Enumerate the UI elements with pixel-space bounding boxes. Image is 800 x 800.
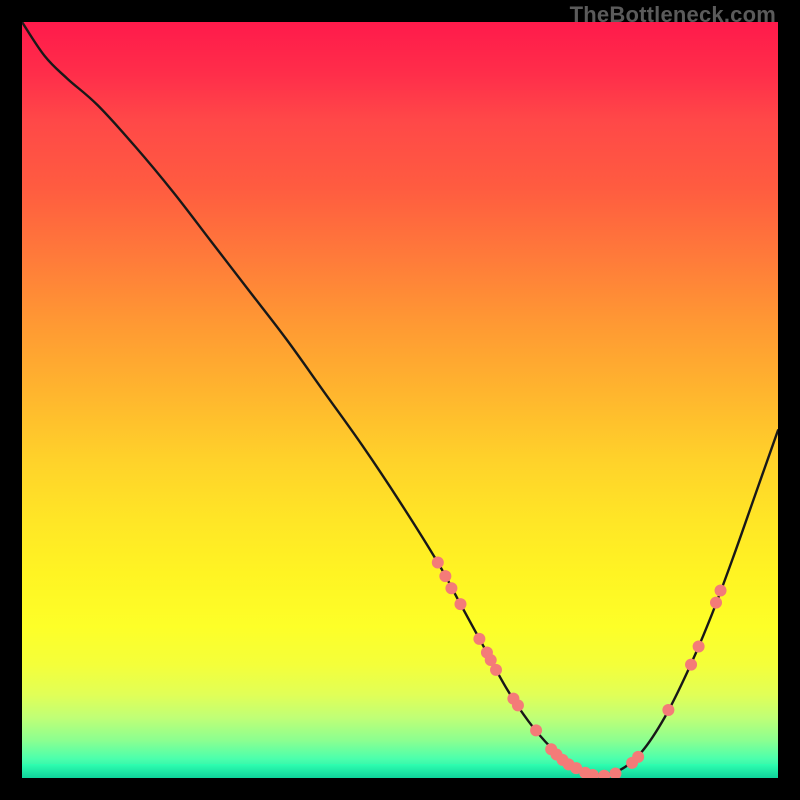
curve-marker	[662, 704, 674, 716]
chart-svg	[22, 22, 778, 778]
bottleneck-curve	[22, 22, 778, 774]
curve-marker	[715, 585, 727, 597]
curve-marker	[490, 664, 502, 676]
plot-area	[22, 22, 778, 778]
curve-marker	[685, 659, 697, 671]
curve-marker	[598, 770, 610, 778]
curve-marker	[454, 598, 466, 610]
curve-marker	[445, 582, 457, 594]
curve-marker	[530, 724, 542, 736]
curve-markers	[432, 557, 727, 778]
curve-marker	[693, 640, 705, 652]
curve-marker	[473, 633, 485, 645]
curve-marker	[512, 699, 524, 711]
chart-frame	[22, 22, 778, 778]
curve-marker	[710, 597, 722, 609]
curve-marker	[432, 557, 444, 569]
curve-marker	[439, 570, 451, 582]
curve-marker	[632, 751, 644, 763]
